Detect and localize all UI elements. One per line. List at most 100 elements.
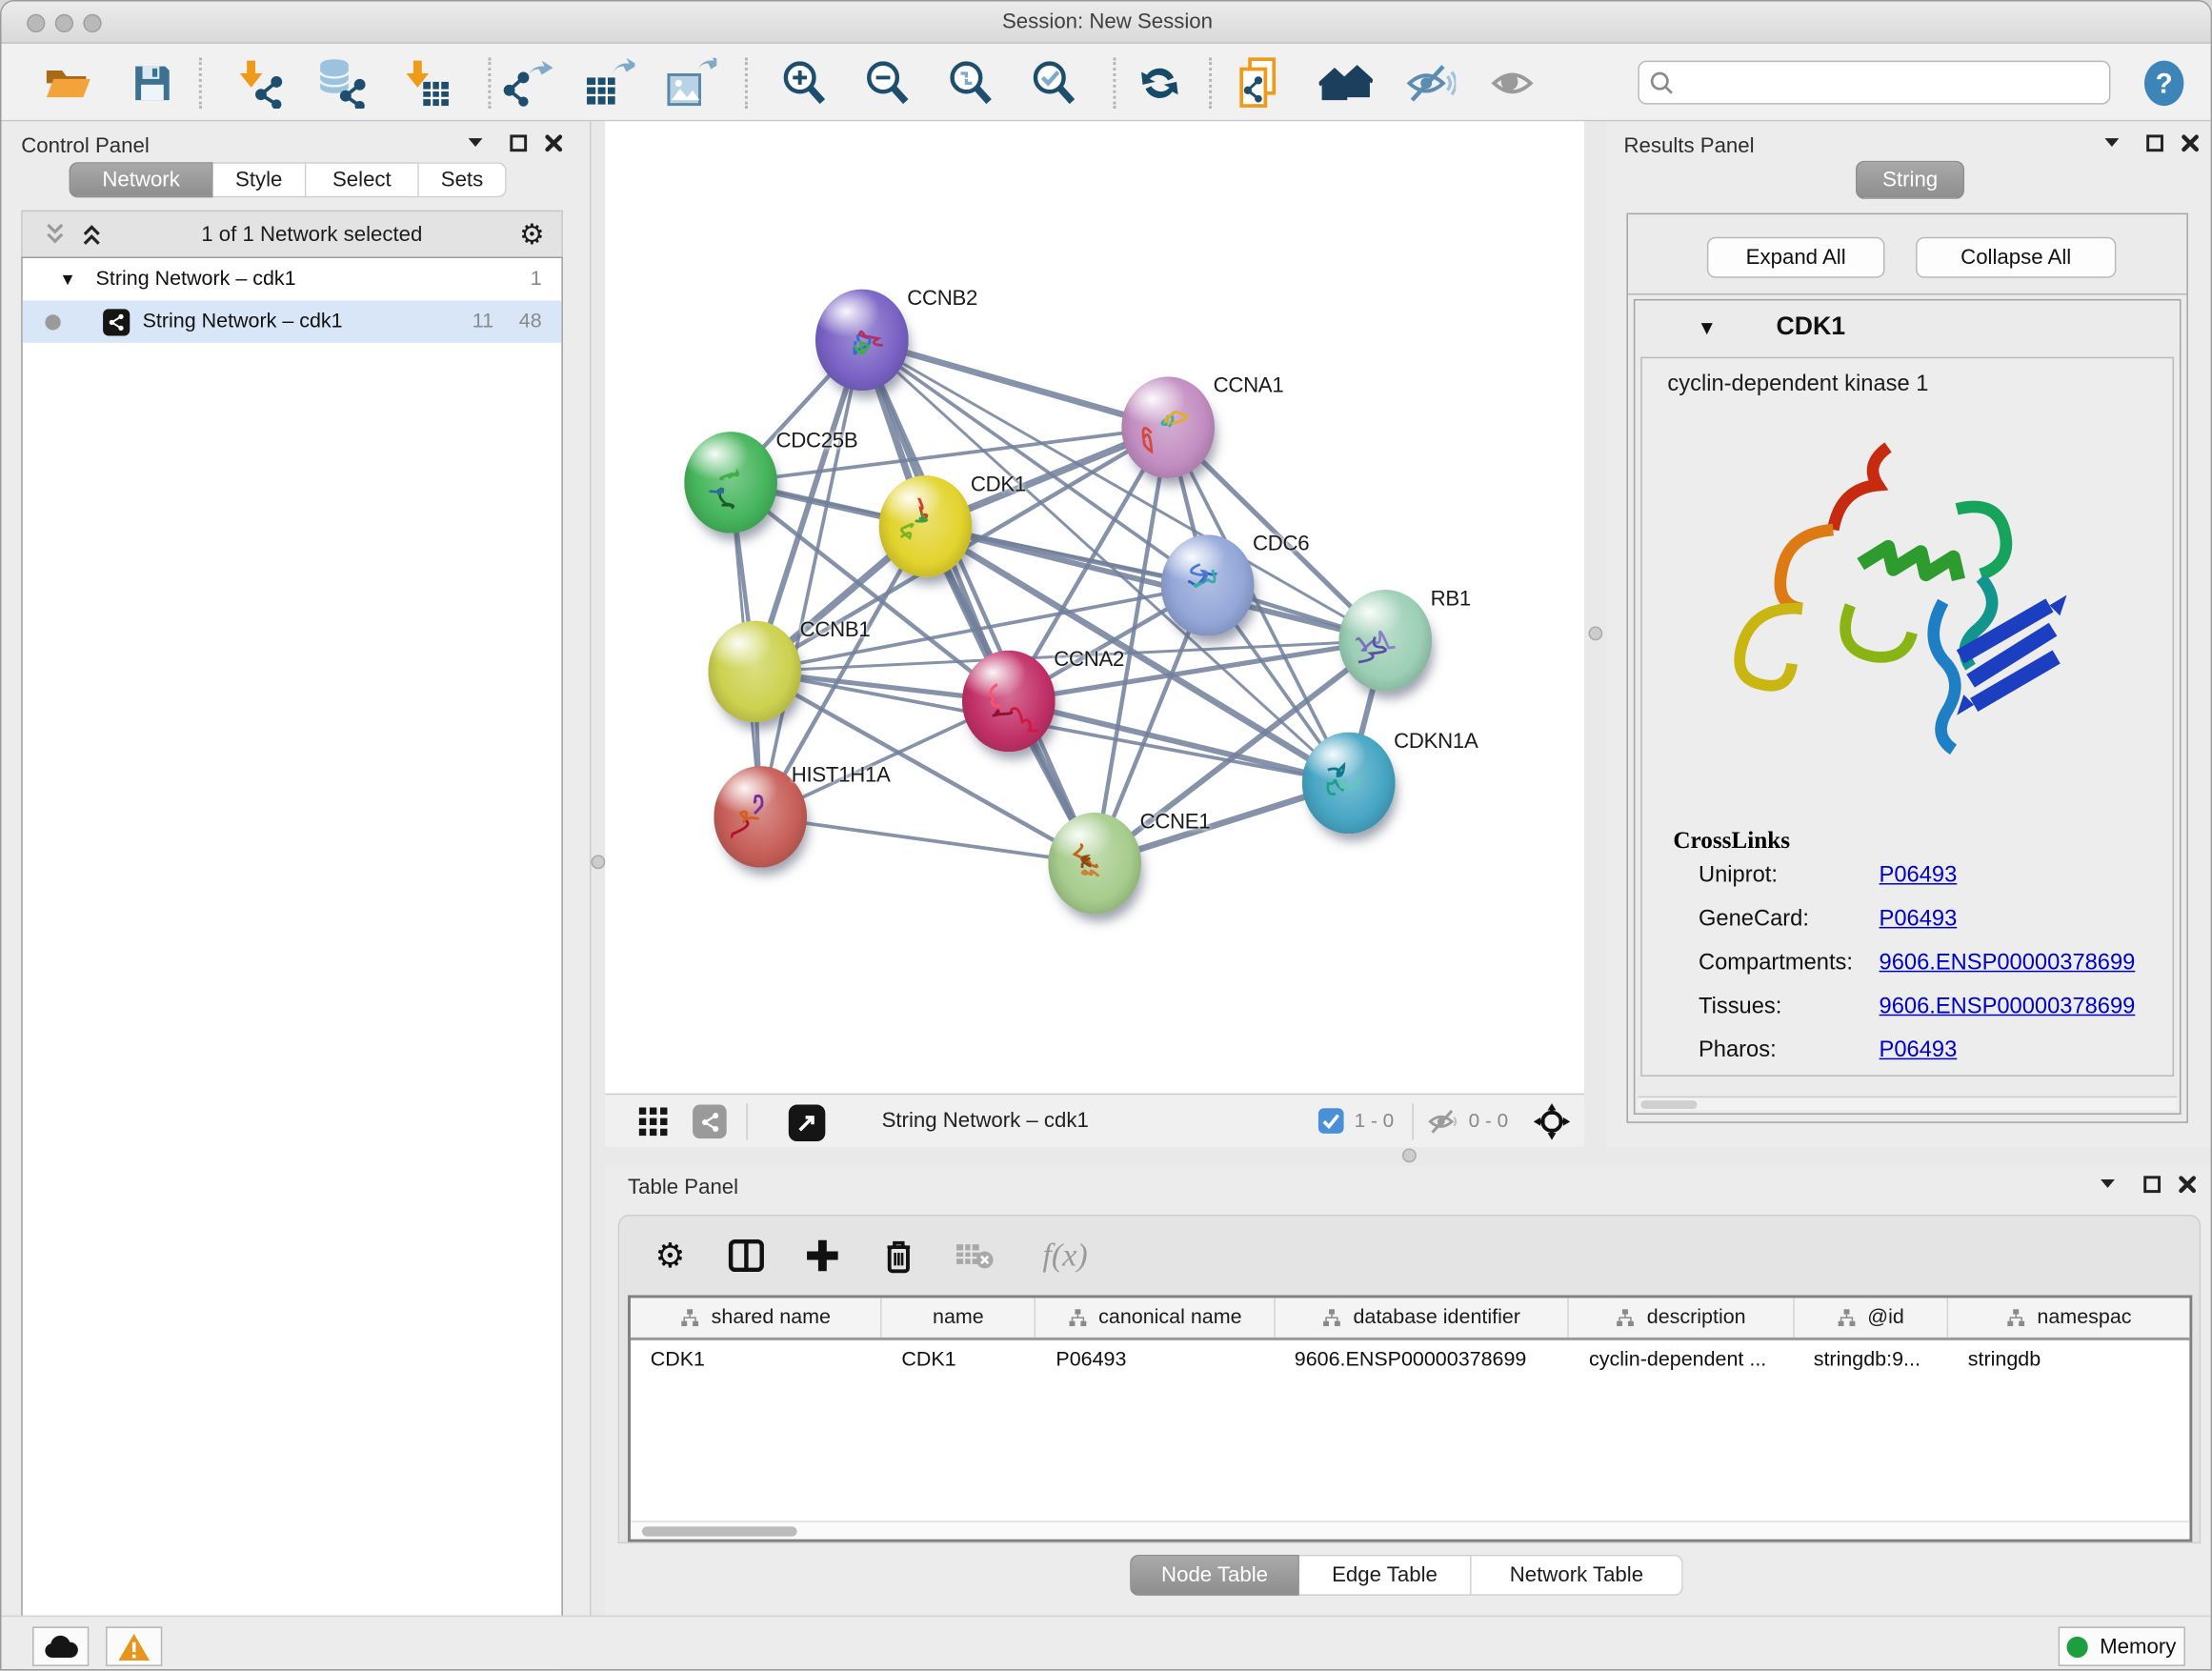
tree-expand-caret-icon[interactable]: ▼: [59, 270, 76, 290]
results-panel-float-button[interactable]: [2141, 130, 2169, 155]
crosslink-value-link[interactable]: 9606.ENSP00000378699: [1880, 951, 2136, 976]
expand-all-button[interactable]: Expand All: [1707, 237, 1885, 278]
cell-name[interactable]: CDK1: [882, 1340, 1036, 1379]
column-header-database-identifier[interactable]: database identifier: [1275, 1298, 1569, 1337]
first-neighbors-button[interactable]: [1317, 55, 1376, 111]
create-column-button[interactable]: [800, 1233, 845, 1278]
network-edge[interactable]: [760, 340, 862, 817]
import-network-database-button[interactable]: [312, 55, 371, 111]
table-panel-float-button[interactable]: [2138, 1171, 2166, 1197]
help-button[interactable]: ?: [2135, 55, 2194, 111]
table-row[interactable]: CDK1 CDK1 P06493 9606.ENSP00000378699 cy…: [631, 1340, 2189, 1379]
grid-view-button[interactable]: [636, 1105, 671, 1139]
zoom-out-button[interactable]: [857, 55, 916, 111]
results-panel-menu-button[interactable]: [2098, 130, 2126, 155]
show-columns-button[interactable]: [724, 1233, 769, 1278]
cell-id[interactable]: stringdb:9...: [1794, 1340, 1948, 1379]
expand-all-networks-button[interactable]: [79, 220, 105, 249]
control-panel-float-button[interactable]: [504, 130, 533, 155]
table-horizontal-scrollbar[interactable]: [631, 1520, 2189, 1539]
zoom-in-button[interactable]: [774, 55, 834, 111]
column-header-name[interactable]: name: [882, 1298, 1036, 1337]
collapse-all-button[interactable]: Collapse All: [1916, 237, 2116, 278]
delete-table-button[interactable]: [953, 1233, 997, 1278]
cell-description[interactable]: cyclin-dependent ...: [1569, 1340, 1794, 1379]
tab-edge-table[interactable]: Edge Table: [1299, 1555, 1472, 1596]
export-network-button[interactable]: [498, 55, 557, 111]
control-panel-menu-button[interactable]: [461, 130, 490, 155]
scrollbar-thumb[interactable]: [1640, 1100, 1697, 1109]
network-node-ccnb2[interactable]: [815, 290, 909, 392]
tab-network-table[interactable]: Network Table: [1472, 1555, 1683, 1596]
selected-checkbox-icon[interactable]: [1317, 1108, 1344, 1135]
column-header-id[interactable]: @id: [1794, 1298, 1948, 1337]
network-collection-row[interactable]: ▼ String Network – cdk1 1: [23, 258, 562, 300]
left-splitter[interactable]: [591, 121, 605, 1615]
export-table-button[interactable]: [580, 55, 639, 111]
network-node-cdc6[interactable]: [1161, 534, 1255, 636]
open-session-button[interactable]: [38, 55, 97, 111]
tab-sets[interactable]: Sets: [419, 162, 507, 197]
detach-view-button[interactable]: [789, 1105, 826, 1142]
save-session-button[interactable]: [123, 55, 182, 111]
cell-namespace[interactable]: stringdb: [1948, 1340, 2189, 1379]
zoom-selected-button[interactable]: [1024, 55, 1083, 111]
table-options-gear-icon[interactable]: ⚙: [648, 1233, 693, 1278]
update-view-button[interactable]: [1130, 55, 1189, 111]
scrollbar-thumb[interactable]: [642, 1526, 797, 1536]
network-node-ccna1[interactable]: [1121, 376, 1215, 478]
table-panel-menu-button[interactable]: [2094, 1171, 2122, 1197]
export-image-button[interactable]: [662, 55, 721, 111]
tab-select[interactable]: Select: [306, 162, 418, 197]
show-all-button[interactable]: [1484, 55, 1543, 111]
network-edge[interactable]: [760, 816, 1095, 863]
search-input[interactable]: [1681, 65, 2098, 100]
function-builder-button[interactable]: f(x): [1029, 1233, 1102, 1278]
network-node-cdk1[interactable]: [879, 475, 973, 577]
results-horizontal-scrollbar[interactable]: [1638, 1097, 2177, 1111]
horizontal-splitter[interactable]: [605, 1147, 2212, 1165]
network-node-cdkn1a[interactable]: [1302, 733, 1396, 835]
control-panel-close-button[interactable]: [539, 130, 568, 155]
results-panel-close-button[interactable]: [2176, 130, 2204, 155]
left-splitter-handle[interactable]: [591, 855, 605, 869]
tab-style[interactable]: Style: [213, 162, 307, 197]
network-node-ccne1[interactable]: [1048, 813, 1141, 915]
crosslink-value-link[interactable]: 9606.ENSP00000378699: [1880, 995, 2136, 1020]
cell-database-identifier[interactable]: 9606.ENSP00000378699: [1275, 1340, 1569, 1379]
cell-canonical-name[interactable]: P06493: [1036, 1340, 1275, 1379]
warnings-button[interactable]: [106, 1626, 162, 1665]
network-node-ccnb1[interactable]: [708, 621, 801, 723]
delete-column-button[interactable]: [876, 1233, 921, 1278]
network-edge[interactable]: [862, 340, 1095, 863]
network-node-cdc25b[interactable]: [684, 432, 777, 534]
hidden-eye-icon[interactable]: [1426, 1108, 1460, 1137]
column-header-namespace[interactable]: namespac: [1948, 1298, 2189, 1337]
right-splitter[interactable]: [1584, 121, 1607, 1147]
import-network-file-button[interactable]: [230, 55, 289, 111]
table-panel-close-button[interactable]: [2173, 1171, 2202, 1197]
network-node-rb1[interactable]: [1338, 590, 1432, 692]
collapse-section-caret-icon[interactable]: ▼: [1698, 316, 1718, 339]
tab-string[interactable]: String: [1856, 161, 1964, 199]
tab-network[interactable]: Network: [70, 162, 213, 197]
network-row[interactable]: String Network – cdk1 11 48: [23, 300, 562, 342]
hide-selection-button[interactable]: [1401, 55, 1460, 111]
tab-node-table[interactable]: Node Table: [1130, 1555, 1299, 1596]
crosslink-value-link[interactable]: P06493: [1880, 863, 1958, 889]
cloud-status-button[interactable]: [32, 1626, 89, 1665]
network-node-ccna2[interactable]: [962, 651, 1056, 753]
collapse-all-networks-button[interactable]: [42, 220, 68, 249]
crosslink-value-link[interactable]: P06493: [1880, 907, 1958, 933]
column-header-description[interactable]: description: [1569, 1298, 1794, 1337]
horizontal-splitter-handle[interactable]: [1402, 1148, 1417, 1162]
zoom-fit-button[interactable]: [941, 55, 1000, 111]
new-network-from-selection-button[interactable]: [1232, 55, 1291, 111]
birdseye-toggle-button[interactable]: [1532, 1102, 1571, 1141]
crosslink-value-link[interactable]: P06493: [1880, 1038, 1958, 1064]
network-options-gear-icon[interactable]: ⚙: [519, 217, 545, 252]
network-canvas[interactable]: CCNB2CCNA1CDC25BCDK1CDC6RB1CCNB1CCNA2CDK…: [605, 121, 1584, 1093]
gene-section-header[interactable]: ▼ CDK1: [1635, 300, 2180, 353]
column-header-shared-name[interactable]: shared name: [631, 1298, 882, 1337]
memory-button[interactable]: Memory: [2059, 1626, 2185, 1665]
